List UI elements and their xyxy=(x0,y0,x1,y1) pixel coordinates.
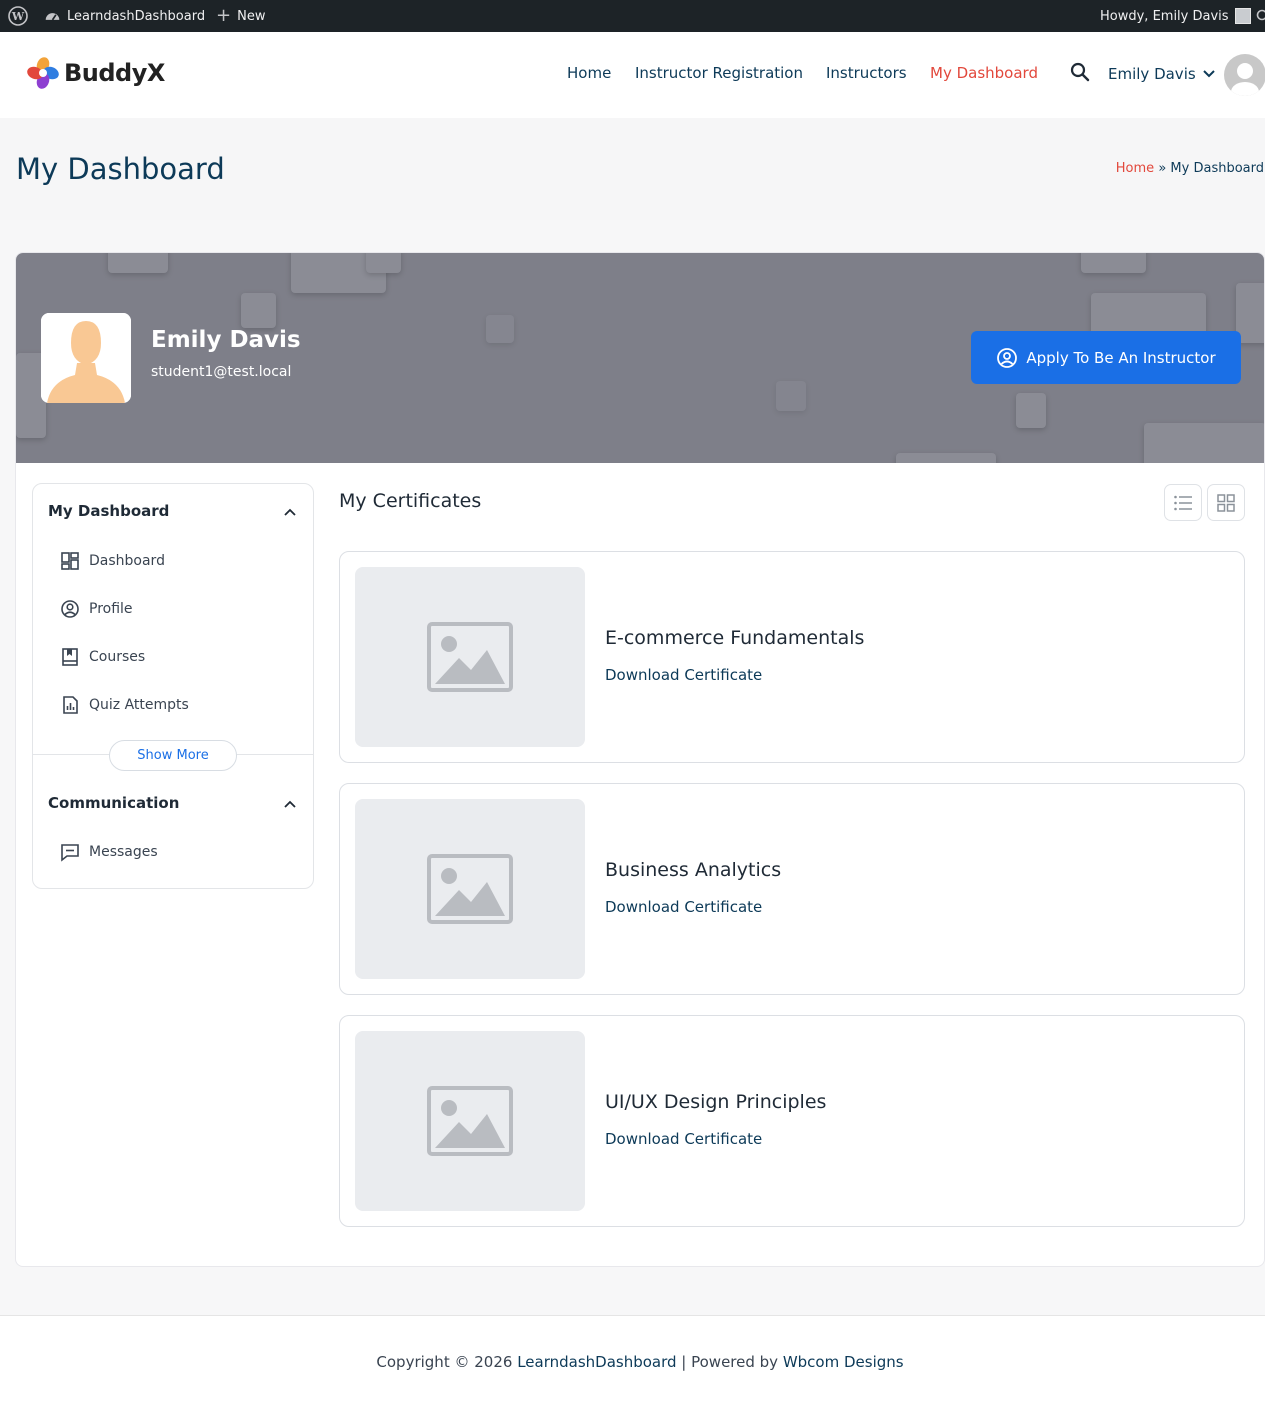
sidebar-item-messages[interactable]: Messages xyxy=(60,840,158,864)
user-circle-icon xyxy=(61,600,79,618)
search-icon[interactable] xyxy=(1070,62,1090,86)
certificate-title: E-commerce Fundamentals xyxy=(605,627,865,649)
certificate-card: UI/UX Design Principles Download Certifi… xyxy=(339,1015,1245,1227)
breadcrumb-current: My Dashboard xyxy=(1170,161,1264,176)
sidebar-item-profile[interactable]: Profile xyxy=(60,597,133,621)
chart-document-icon xyxy=(63,696,78,714)
profile-email: student1@test.local xyxy=(151,364,292,380)
page-title: My Dashboard xyxy=(16,152,225,186)
sidebar-item-label: Profile xyxy=(89,601,133,617)
breadcrumb-separator: » xyxy=(1158,161,1167,176)
sidebar-item-quiz-attempts[interactable]: Quiz Attempts xyxy=(60,693,189,717)
certificate-title: Business Analytics xyxy=(605,859,782,881)
content-title: My Certificates xyxy=(339,490,482,512)
footer-middle: | Powered by xyxy=(676,1353,783,1371)
admin-bar-avatar xyxy=(1234,8,1251,24)
certificate-thumbnail xyxy=(355,799,585,979)
site-header: BuddyX Home Instructor Registration Inst… xyxy=(0,32,1265,118)
svg-text:W: W xyxy=(11,10,25,23)
site-footer: Copyright © 2026 LearndashDashboard | Po… xyxy=(0,1315,1265,1407)
admin-bar-account[interactable]: Howdy, Emily Davis xyxy=(1100,0,1251,32)
image-placeholder-icon xyxy=(427,622,513,692)
dashboard-panel: Emily Davis student1@test.local Apply To… xyxy=(15,252,1265,1267)
sidebar-section-title: My Dashboard xyxy=(48,502,170,520)
admin-bar-new[interactable]: + New xyxy=(216,0,265,32)
breadcrumb-home[interactable]: Home xyxy=(1116,161,1154,176)
nav-instructor-registration[interactable]: Instructor Registration xyxy=(635,64,803,82)
grid-view-icon xyxy=(1217,493,1235,512)
certificate-card: E-commerce Fundamentals Download Certifi… xyxy=(339,551,1245,763)
footer-site-link[interactable]: LearndashDashboard xyxy=(517,1353,676,1371)
dashboard-grid-icon xyxy=(61,552,79,570)
chevron-up-icon[interactable] xyxy=(283,504,297,523)
dashboard-sidebar: My Dashboard Dashboard Profile Courses Q… xyxy=(32,483,314,889)
plus-icon: + xyxy=(216,5,232,26)
user-menu-name: Emily Davis xyxy=(1108,65,1196,83)
footer-powered-link[interactable]: Wbcom Designs xyxy=(783,1353,904,1371)
nav-home[interactable]: Home xyxy=(567,64,611,82)
chevron-down-icon xyxy=(1202,70,1215,78)
sidebar-item-label: Dashboard xyxy=(89,553,165,569)
admin-bar-site[interactable]: LearndashDashboard xyxy=(44,0,205,32)
certificate-thumbnail xyxy=(355,1031,585,1211)
message-icon xyxy=(61,844,79,862)
sidebar-item-courses[interactable]: Courses xyxy=(60,645,145,669)
grid-view-button[interactable] xyxy=(1207,484,1245,521)
sidebar-section-title: Communication xyxy=(48,794,180,812)
admin-bar-search-icon[interactable] xyxy=(1255,0,1265,32)
certificate-title: UI/UX Design Principles xyxy=(605,1091,827,1113)
image-placeholder-icon xyxy=(427,854,513,924)
show-more-button[interactable]: Show More xyxy=(109,740,237,771)
apply-instructor-button[interactable]: Apply To Be An Instructor xyxy=(971,331,1241,384)
sidebar-item-label: Quiz Attempts xyxy=(89,697,189,713)
footer-prefix: Copyright © 2026 xyxy=(376,1353,518,1371)
admin-bar-greeting: Howdy, Emily Davis xyxy=(1100,8,1229,24)
breadcrumb: Home » My Dashboard xyxy=(1116,161,1264,176)
profile-avatar xyxy=(41,313,131,403)
user-circle-icon xyxy=(997,347,1018,368)
list-view-button[interactable] xyxy=(1164,484,1202,521)
book-icon xyxy=(62,648,78,666)
dashboard-gauge-icon xyxy=(45,12,60,20)
buddyx-logo-icon xyxy=(27,57,59,89)
admin-bar: W LearndashDashboard + New Howdy, Emily … xyxy=(0,0,1265,32)
nav-instructors[interactable]: Instructors xyxy=(826,64,907,82)
download-certificate-link[interactable]: Download Certificate xyxy=(605,898,762,916)
image-placeholder-icon xyxy=(427,1086,513,1156)
download-certificate-link[interactable]: Download Certificate xyxy=(605,1130,762,1148)
footer-copyright: Copyright © 2026 LearndashDashboard | Po… xyxy=(0,1353,1265,1371)
wordpress-logo-icon[interactable]: W xyxy=(8,0,28,32)
logo-text: BuddyX xyxy=(64,59,165,87)
chevron-up-icon[interactable] xyxy=(283,796,297,815)
sidebar-item-dashboard[interactable]: Dashboard xyxy=(60,549,165,573)
certificate-card: Business Analytics Download Certificate xyxy=(339,783,1245,995)
site-logo[interactable]: BuddyX xyxy=(26,56,165,90)
header-avatar[interactable] xyxy=(1224,54,1265,96)
user-menu[interactable]: Emily Davis xyxy=(1108,65,1216,83)
download-certificate-link[interactable]: Download Certificate xyxy=(605,666,762,684)
nav-my-dashboard[interactable]: My Dashboard xyxy=(930,64,1038,82)
sidebar-item-label: Courses xyxy=(89,649,146,665)
list-view-icon xyxy=(1174,495,1192,510)
profile-banner: Emily Davis student1@test.local Apply To… xyxy=(16,253,1264,463)
sidebar-item-label: Messages xyxy=(89,844,158,860)
profile-name: Emily Davis xyxy=(151,327,301,353)
admin-bar-site-name: LearndashDashboard xyxy=(67,8,206,24)
certificate-thumbnail xyxy=(355,567,585,747)
admin-bar-new-label: New xyxy=(237,8,266,24)
apply-instructor-label: Apply To Be An Instructor xyxy=(1026,348,1216,367)
